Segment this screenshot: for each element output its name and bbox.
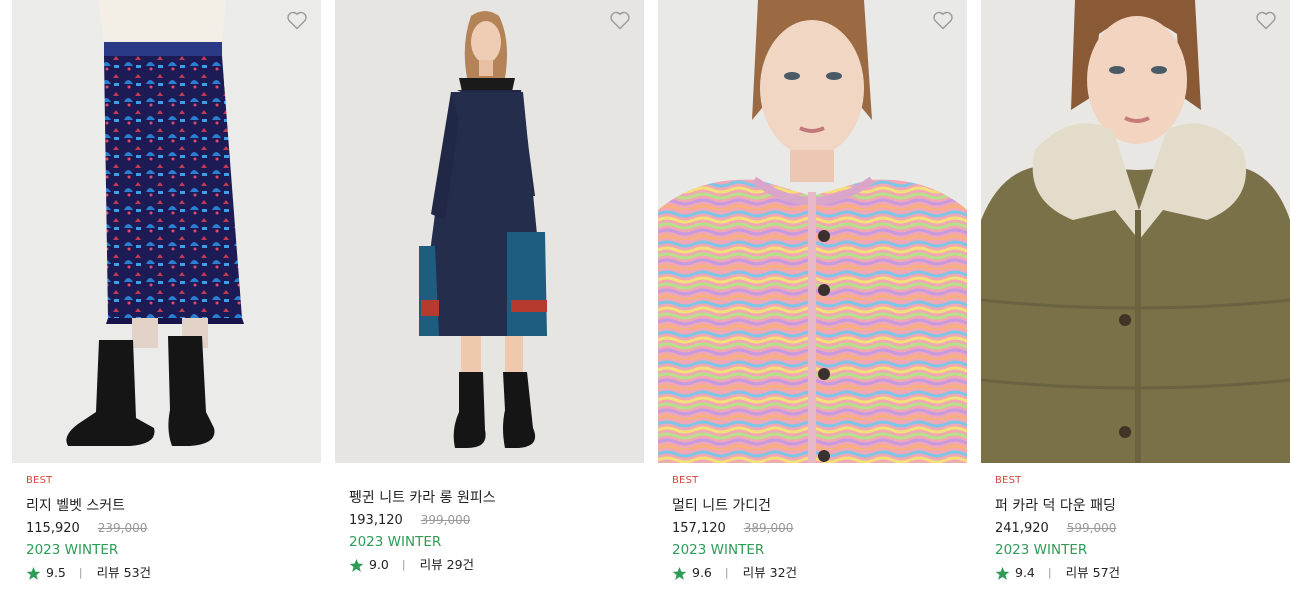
product-info: BEST 리지 벨벳 스커트 115,920 239,000 2023 WINTE… xyxy=(26,474,316,584)
product-info: BEST 퍼 카라 덕 다운 패딩 241,920 599,000 2023 WI… xyxy=(995,474,1285,584)
review-label: 리뷰 xyxy=(1065,565,1089,580)
product-image[interactable] xyxy=(658,0,967,463)
best-badge: BEST xyxy=(26,475,53,486)
original-price: 399,000 xyxy=(420,513,471,527)
product-image[interactable] xyxy=(335,0,644,463)
season-label: 2023 WINTER xyxy=(995,542,1088,558)
price-row: 115,920 239,000 xyxy=(26,518,316,538)
rating-score: 9.4 xyxy=(1015,565,1035,580)
knit-cardigan-photo xyxy=(658,0,967,463)
sale-price: 241,920 xyxy=(995,521,1049,536)
season-label: 2023 WINTER xyxy=(672,542,765,558)
product-card[interactable]: BEST 리지 벨벳 스커트 115,920 239,000 2023 WINTE… xyxy=(12,0,321,610)
divider: | xyxy=(724,566,729,579)
review-label: 리뷰 xyxy=(742,565,766,580)
original-price: 239,000 xyxy=(97,521,148,535)
divider: | xyxy=(401,558,406,571)
original-price: 389,000 xyxy=(743,521,794,535)
season-label: 2023 WINTER xyxy=(26,542,119,558)
star-icon xyxy=(349,558,364,572)
sale-price: 115,920 xyxy=(26,521,80,536)
product-image[interactable] xyxy=(981,0,1290,463)
divider: | xyxy=(78,566,83,579)
rating-score: 9.0 xyxy=(369,557,389,572)
review-label: 리뷰 xyxy=(96,565,120,580)
knit-dress-photo xyxy=(335,0,644,463)
review-count[interactable]: 57건 xyxy=(1093,562,1120,584)
best-badge: BEST xyxy=(995,475,1022,486)
review-count[interactable]: 29건 xyxy=(447,554,474,576)
sale-price: 157,120 xyxy=(672,521,726,536)
star-icon xyxy=(672,566,687,580)
product-name[interactable]: 퍼 카라 덕 다운 패딩 xyxy=(995,495,1285,517)
divider: | xyxy=(1047,566,1052,579)
star-icon xyxy=(995,566,1010,580)
rating-row: 9.0 | 리뷰 29건 xyxy=(349,554,639,576)
heart-icon[interactable] xyxy=(608,8,632,32)
best-badge: BEST xyxy=(672,475,699,486)
rating-score: 9.5 xyxy=(46,565,66,580)
original-price: 599,000 xyxy=(1066,521,1117,535)
product-card[interactable]: 펭귄 니트 카라 롱 원피스 193,120 399,000 2023 WINTE… xyxy=(335,0,644,610)
rating-row: 9.4 | 리뷰 57건 xyxy=(995,562,1285,584)
product-image[interactable] xyxy=(12,0,321,463)
product-name[interactable]: 리지 벨벳 스커트 xyxy=(26,495,316,517)
product-info: 펭귄 니트 카라 롱 원피스 193,120 399,000 2023 WINTE… xyxy=(349,474,639,576)
rating-row: 9.6 | 리뷰 32건 xyxy=(672,562,962,584)
price-row: 193,120 399,000 xyxy=(349,510,639,530)
review-label: 리뷰 xyxy=(419,557,443,572)
velvet-skirt-photo xyxy=(12,0,321,463)
product-name[interactable]: 펭귄 니트 카라 롱 원피스 xyxy=(349,487,639,509)
best-badge xyxy=(349,474,639,488)
product-name[interactable]: 멀티 니트 가디건 xyxy=(672,495,962,517)
price-row: 157,120 389,000 xyxy=(672,518,962,538)
rating-score: 9.6 xyxy=(692,565,712,580)
rating-row: 9.5 | 리뷰 53건 xyxy=(26,562,316,584)
down-padding-photo xyxy=(981,0,1290,463)
heart-icon[interactable] xyxy=(1254,8,1278,32)
review-count[interactable]: 32건 xyxy=(770,562,797,584)
product-grid: BEST 리지 벨벳 스커트 115,920 239,000 2023 WINTE… xyxy=(12,0,1290,610)
star-icon xyxy=(26,566,41,580)
sale-price: 193,120 xyxy=(349,513,403,528)
heart-icon[interactable] xyxy=(285,8,309,32)
product-card[interactable]: BEST 멀티 니트 가디건 157,120 389,000 2023 WINTE… xyxy=(658,0,967,610)
heart-icon[interactable] xyxy=(931,8,955,32)
product-card[interactable]: BEST 퍼 카라 덕 다운 패딩 241,920 599,000 2023 WI… xyxy=(981,0,1290,610)
product-info: BEST 멀티 니트 가디건 157,120 389,000 2023 WINTE… xyxy=(672,474,962,584)
price-row: 241,920 599,000 xyxy=(995,518,1285,538)
review-count[interactable]: 53건 xyxy=(124,562,151,584)
season-label: 2023 WINTER xyxy=(349,534,442,550)
